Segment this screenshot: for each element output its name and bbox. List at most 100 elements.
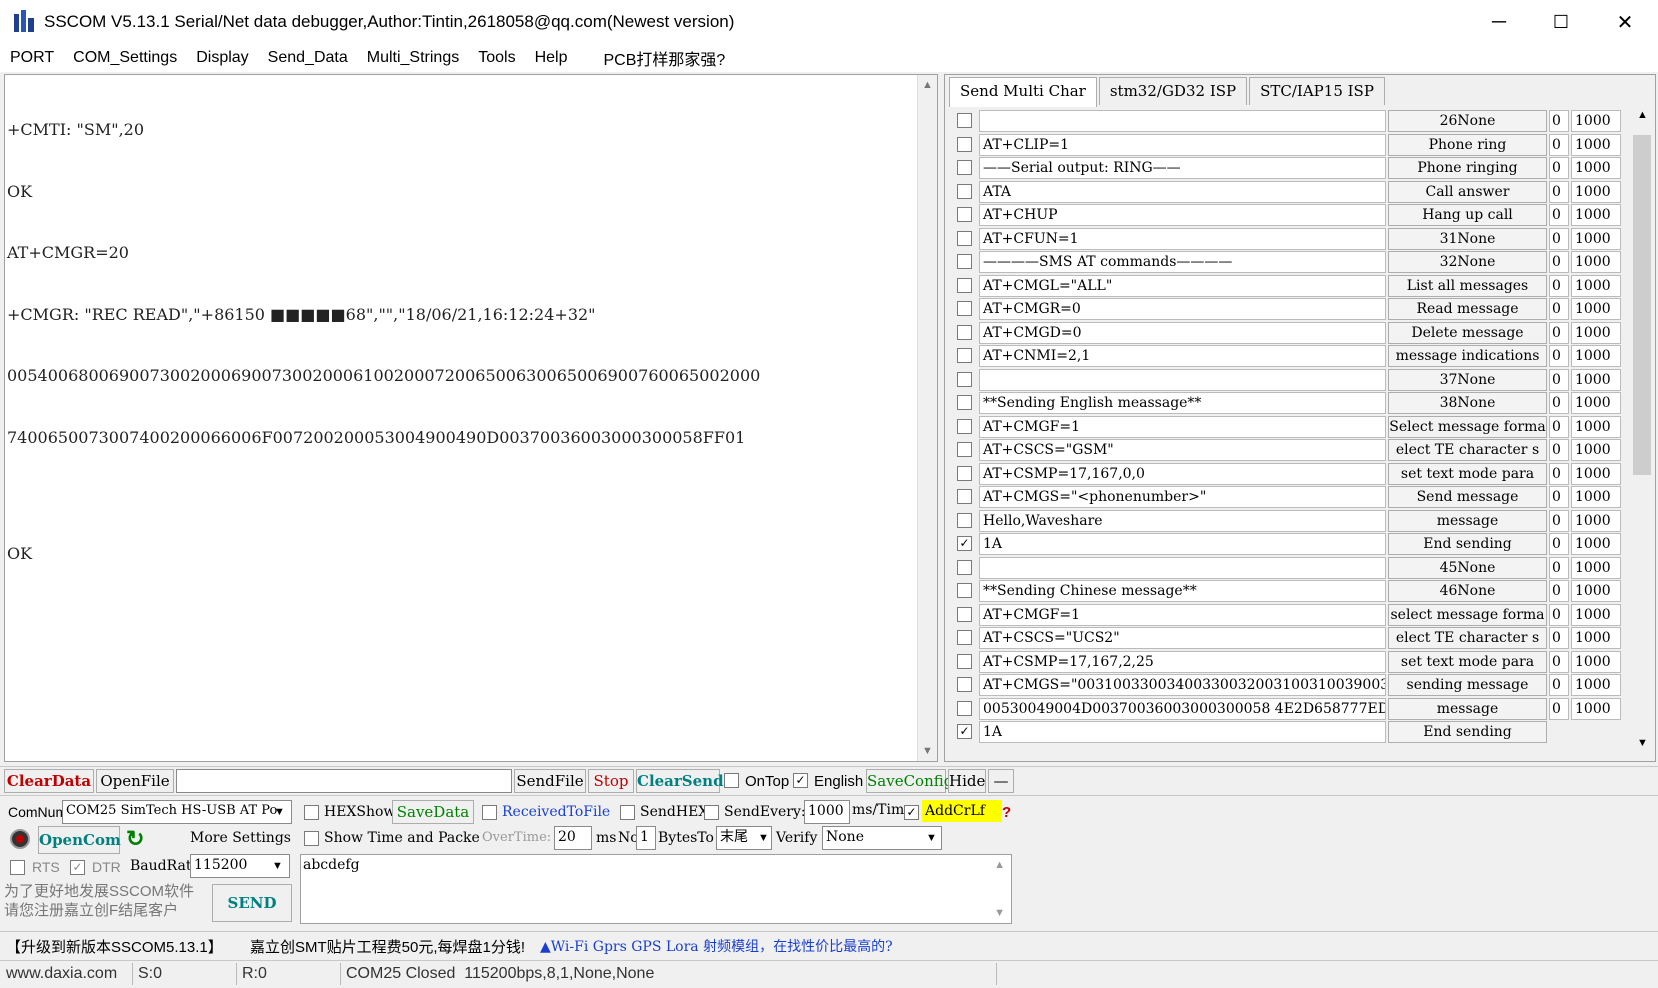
row-send-button[interactable]: 45None (1388, 556, 1547, 579)
row-delay-input[interactable]: 1000 (1571, 298, 1621, 320)
row-send-checkbox[interactable] (957, 230, 972, 246)
tab-stc-isp[interactable]: STC/IAP15 ISP (1249, 77, 1385, 105)
close-button[interactable]: ✕ (1594, 0, 1656, 44)
row-send-button[interactable]: sending message (1388, 674, 1547, 696)
clear-send-button[interactable]: ClearSend (636, 769, 724, 793)
row-send-checkbox[interactable]: ✓ (957, 536, 972, 551)
row-send-checkbox[interactable]: ✓ (957, 724, 972, 739)
hex-show-checkbox[interactable] (304, 805, 319, 820)
receive-area[interactable]: +CMTI: "SM",20 OK AT+CMGR=20 +CMGR: "REC… (4, 74, 938, 762)
scroll-up-icon[interactable]: ▲ (994, 859, 1005, 871)
row-command-input[interactable]: AT+CHUP (979, 204, 1386, 226)
row-send-checkbox[interactable] (957, 489, 972, 504)
row-send-button[interactable]: Send message (1388, 486, 1547, 508)
add-crlf-checkbox[interactable]: ✓ (904, 805, 919, 820)
row-delay-input[interactable]: 1000 (1571, 133, 1621, 156)
save-data-button[interactable]: SaveData (392, 800, 474, 824)
overtime-input[interactable]: 20 (554, 826, 592, 850)
help-icon[interactable]: ? (1002, 804, 1011, 821)
row-send-checkbox[interactable] (957, 254, 972, 269)
send-every-input[interactable]: 1000 (804, 800, 850, 824)
row-send-button[interactable]: 26None (1388, 110, 1547, 132)
scroll-down-icon[interactable]: ▼ (922, 745, 933, 757)
row-command-input[interactable]: **Sending Chinese message** (979, 580, 1386, 602)
chevron-down-icon[interactable]: ▼ (272, 860, 283, 872)
row-order-input[interactable]: 0 (1549, 462, 1569, 485)
send-file-button[interactable]: SendFile (514, 769, 586, 793)
hide-button[interactable]: Hide (948, 769, 986, 793)
no-input[interactable]: 1 (636, 826, 656, 850)
row-send-checkbox[interactable] (957, 630, 972, 645)
row-send-checkbox[interactable] (957, 207, 972, 222)
row-command-input[interactable]: 1A (979, 533, 1386, 555)
row-delay-input[interactable]: 1000 (1571, 204, 1621, 226)
row-send-checkbox[interactable] (957, 418, 972, 434)
row-send-button[interactable]: 46None (1388, 580, 1547, 602)
receive-scrollbar[interactable]: ▲ ▼ (917, 75, 937, 761)
row-delay-input[interactable]: 1000 (1571, 697, 1621, 720)
upgrade-link[interactable]: 【升级到新版本SSCOM5.13.1】 (6, 936, 223, 957)
row-delay-input[interactable]: 1000 (1571, 392, 1621, 414)
row-delay-input[interactable]: 1000 (1571, 345, 1621, 367)
scroll-thumb[interactable] (1633, 135, 1651, 475)
open-file-button[interactable]: OpenFile (96, 769, 174, 793)
row-send-checkbox[interactable] (957, 301, 972, 316)
row-order-input[interactable]: 0 (1549, 697, 1569, 720)
row-command-input[interactable]: ——Serial output: RING—— (979, 157, 1386, 179)
row-send-checkbox[interactable] (957, 583, 972, 598)
row-delay-input[interactable]: 1000 (1571, 533, 1621, 555)
row-command-input[interactable]: ————SMS AT commands———— (979, 251, 1386, 273)
row-order-input[interactable]: 0 (1549, 415, 1569, 438)
row-delay-input[interactable]: 1000 (1571, 415, 1621, 438)
row-send-button[interactable]: Phone ringing (1388, 157, 1547, 179)
row-send-button[interactable]: 31None (1388, 227, 1547, 250)
row-delay-input[interactable]: 1000 (1571, 157, 1621, 179)
scroll-up-icon[interactable]: ▲ (922, 79, 933, 91)
row-send-button[interactable]: message indications (1388, 345, 1547, 367)
row-delay-input[interactable]: 1000 (1571, 603, 1621, 626)
scroll-down-icon[interactable]: ▼ (994, 907, 1005, 919)
row-delay-input[interactable]: 1000 (1571, 462, 1621, 485)
row-send-checkbox[interactable] (957, 465, 972, 481)
row-send-checkbox[interactable] (957, 512, 972, 528)
menu-tools[interactable]: Tools (478, 49, 515, 67)
row-order-input[interactable]: 0 (1549, 227, 1569, 250)
menu-pcb-ad[interactable]: PCB打样那家强? (603, 46, 725, 70)
com-port-select[interactable]: COM25 SimTech HS-USB AT Po (62, 800, 292, 824)
clear-data-button[interactable]: ClearData (4, 769, 94, 793)
dtr-checkbox[interactable]: ✓ (70, 860, 85, 875)
row-send-button[interactable]: End sending (1388, 721, 1547, 743)
row-send-button[interactable]: Delete message (1388, 321, 1547, 344)
row-order-input[interactable]: 0 (1549, 274, 1569, 297)
row-command-input[interactable] (979, 368, 1386, 391)
row-order-input[interactable]: 0 (1549, 509, 1569, 532)
row-command-input[interactable]: AT+CMGS="<phonenumber>" (979, 486, 1386, 508)
row-command-input[interactable]: AT+CLIP=1 (979, 133, 1386, 156)
row-order-input[interactable]: 0 (1549, 556, 1569, 579)
row-command-input[interactable]: AT+CMGS="0031003300340033003200310031003… (979, 674, 1386, 696)
row-delay-input[interactable]: 1000 (1571, 227, 1621, 250)
row-order-input[interactable]: 0 (1549, 674, 1569, 696)
menu-port[interactable]: PORT (10, 49, 54, 67)
row-delay-input[interactable]: 1000 (1571, 180, 1621, 203)
row-send-button[interactable]: set text mode para (1388, 650, 1547, 673)
row-command-input[interactable]: **Sending English meassage** (979, 392, 1386, 414)
stop-button[interactable]: Stop (588, 769, 634, 793)
send-textarea[interactable]: abcdefg ▲ ▼ (300, 854, 1012, 924)
row-send-button[interactable]: message (1388, 697, 1547, 720)
row-order-input[interactable]: 0 (1549, 627, 1569, 649)
row-command-input[interactable]: 00530049004D00370036003000300058 4E2D658… (979, 697, 1386, 720)
row-send-checkbox[interactable] (957, 653, 972, 669)
row-send-button[interactable]: elect TE character s (1388, 439, 1547, 461)
tab-stm32-isp[interactable]: stm32/GD32 ISP (1098, 77, 1248, 105)
row-order-input[interactable]: 0 (1549, 486, 1569, 508)
send-button[interactable]: SEND (212, 884, 292, 922)
row-command-input[interactable]: ATA (979, 180, 1386, 203)
row-order-input[interactable]: 0 (1549, 603, 1569, 626)
menu-multi-strings[interactable]: Multi_Strings (367, 49, 459, 67)
row-send-button[interactable]: Read message (1388, 298, 1547, 320)
received-to-file-checkbox[interactable] (482, 805, 497, 820)
send-every-checkbox[interactable] (704, 805, 719, 820)
row-delay-input[interactable]: 1000 (1571, 627, 1621, 649)
row-delay-input[interactable]: 1000 (1571, 650, 1621, 673)
